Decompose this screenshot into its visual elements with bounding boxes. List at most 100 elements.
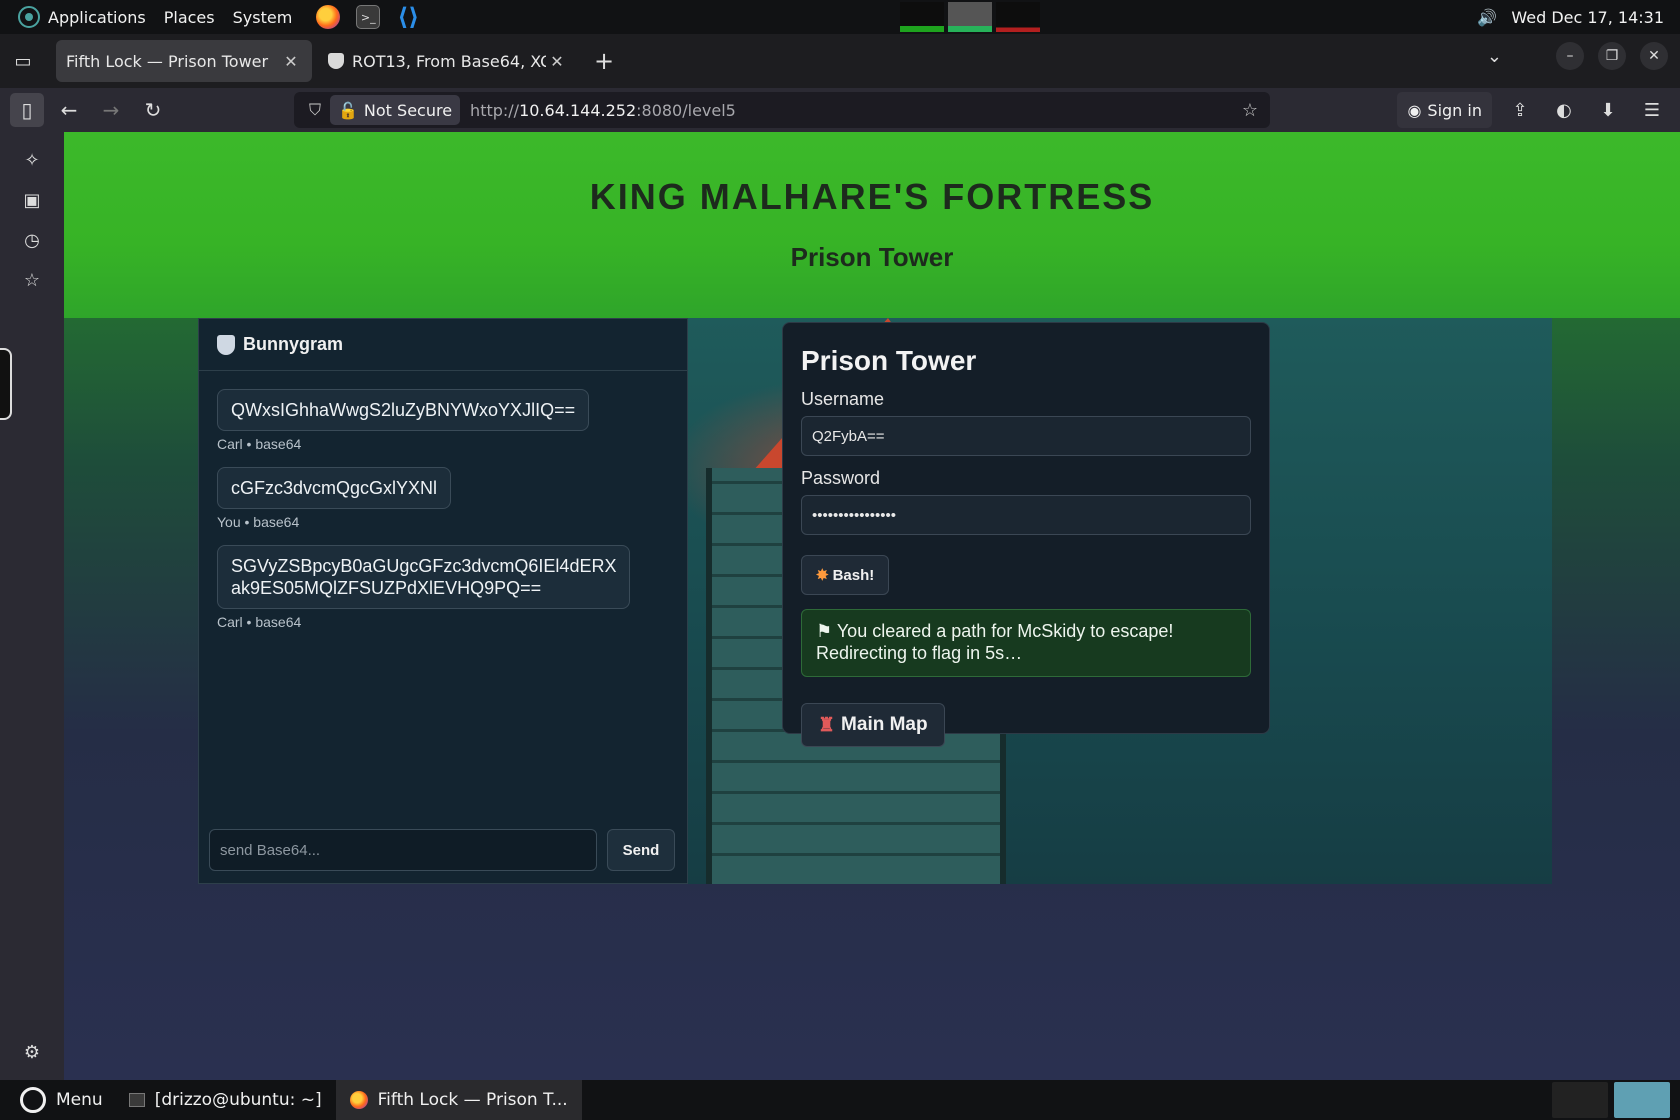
site-security-indicator[interactable]: 🔓 Not Secure	[330, 95, 461, 125]
message-meta: Carl • base64	[217, 614, 302, 630]
bookmark-star-icon[interactable]: ☆	[1242, 100, 1258, 121]
sidebar-toggle-icon[interactable]: ▯	[10, 93, 44, 127]
address-bar[interactable]: ⛉ 🔓 Not Secure http://10.64.144.252:8080…	[294, 92, 1270, 128]
status-text: You cleared a path for McSkidy to escape…	[816, 621, 1174, 663]
bottom-taskbar: Menu [drizzo@ubuntu: ~] Fifth Lock — Pri…	[0, 1080, 1680, 1120]
tab-fifth-lock[interactable]: Fifth Lock — Prison Tower ✕	[56, 40, 312, 82]
system-top-panel: Applications Places System >_ ⟨⟩ 🔊 Wed D…	[0, 0, 1680, 34]
sign-in-button[interactable]: ◉ Sign in	[1397, 92, 1492, 128]
main-map-label: Main Map	[841, 714, 928, 735]
applications-menu[interactable]: Applications	[48, 8, 146, 27]
send-button[interactable]: Send	[607, 829, 675, 871]
message-meta: You • base64	[217, 514, 300, 530]
ai-chatbot-sparkle-icon[interactable]: ✧	[20, 150, 44, 174]
taskbar-firefox[interactable]: Fifth Lock — Prison T...	[335, 1080, 582, 1120]
restore-button[interactable]: ❐	[1598, 42, 1626, 70]
taskbar-terminal[interactable]: [drizzo@ubuntu: ~]	[115, 1080, 336, 1120]
shield-icon	[217, 334, 235, 355]
tab-title: Fifth Lock — Prison Tower	[66, 51, 269, 71]
ubuntu-logo-icon	[20, 1087, 46, 1113]
start-menu-button[interactable]: Menu	[20, 1087, 103, 1113]
taskbar-firefox-label: Fifth Lock — Prison T...	[377, 1090, 568, 1110]
cpu-graph	[900, 2, 944, 32]
explosion-icon: ✸	[816, 567, 829, 584]
browser-sidebar: ✧ ▣ ◷ ☆ ⚙	[0, 132, 64, 1080]
bash-button[interactable]: ✸ Bash!	[801, 555, 890, 595]
synced-tabs-icon[interactable]: ▣	[20, 190, 44, 214]
main-map-button[interactable]: ♜ Main Map	[801, 703, 945, 747]
tab-cyberchef[interactable]: ROT13, From Base64, XO ✕	[318, 40, 578, 82]
lock-icon: 🔓	[338, 100, 358, 120]
downloads-icon[interactable]: ⬇	[1592, 94, 1624, 126]
page-header-banner	[64, 132, 1680, 318]
volume-icon[interactable]: 🔊	[1477, 8, 1497, 27]
url-text[interactable]: http://10.64.144.252:8080/level5	[470, 101, 736, 120]
login-title: Prison Tower	[801, 345, 977, 376]
tracking-protection-shield-icon[interactable]: ⛉	[300, 100, 330, 120]
system-monitor-graphs	[900, 2, 1040, 32]
firefox-tray-icon[interactable]	[1614, 1082, 1670, 1118]
close-tab-icon[interactable]: ✕	[280, 52, 302, 71]
places-menu[interactable]: Places	[164, 8, 215, 27]
password-label: Password	[801, 468, 881, 488]
username-field[interactable]: Q2FybA==	[801, 416, 1251, 456]
url-rest: :8080/level5	[636, 100, 736, 120]
firefox-icon	[349, 1091, 368, 1109]
account-icon: ◉	[1407, 100, 1422, 120]
castle-icon: ♜	[818, 714, 836, 736]
system-menu[interactable]: System	[233, 8, 293, 27]
new-tab-button[interactable]: +	[588, 45, 620, 77]
reload-button[interactable]: ↻	[136, 93, 170, 127]
bash-label: Bash!	[832, 566, 875, 584]
password-field[interactable]: ••••••••••••••••	[801, 495, 1251, 535]
app-menu-icon[interactable]: ☰	[1636, 94, 1668, 126]
page-viewport: KING MALHARE'S FORTRESS Prison Tower Bun…	[64, 132, 1680, 1080]
bookmarks-star-icon[interactable]: ☆	[20, 270, 44, 294]
close-window-button[interactable]: ✕	[1640, 42, 1668, 70]
network-graph	[996, 2, 1040, 32]
applications-logo-icon[interactable]	[18, 6, 40, 28]
sign-in-label: Sign in	[1427, 100, 1482, 120]
url-prefix: http://	[470, 100, 520, 120]
clock[interactable]: Wed Dec 17, 14:31	[1511, 8, 1664, 27]
firefox-launcher-icon[interactable]	[316, 5, 341, 29]
tab-title: ROT13, From Base64, XO	[352, 51, 546, 71]
not-secure-label: Not Secure	[363, 100, 453, 120]
clock-applet-icon[interactable]	[1552, 1082, 1608, 1118]
customize-sidebar-gear-icon[interactable]: ⚙	[20, 1042, 44, 1066]
prison-tower-login-card: Prison Tower Username Q2FybA== Password …	[782, 322, 1270, 747]
page-title: KING MALHARE'S FORTRESS	[589, 176, 1155, 217]
close-tab-icon[interactable]: ✕	[546, 52, 568, 71]
chat-message: QWxsIGhhaWwgS2luZyBNYWxoYXJlIQ== Carl • …	[217, 389, 590, 452]
history-clock-icon[interactable]: ◷	[20, 230, 44, 254]
tab-overview-icon[interactable]: ▭	[0, 34, 46, 88]
url-host: 10.64.144.252	[519, 100, 637, 120]
bunnygram-chat-panel: Bunnygram QWxsIGhhaWwgS2luZyBNYWxoYXJlIQ…	[198, 318, 688, 884]
forward-button[interactable]: →	[94, 93, 128, 127]
taskbar-terminal-label: [drizzo@ubuntu: ~]	[154, 1090, 322, 1110]
message-bubble: cGFzc3dvcmQgcGxlYXNl	[217, 467, 452, 509]
chat-header: Bunnygram	[199, 319, 687, 371]
terminal-launcher-icon[interactable]: >_	[356, 5, 381, 29]
system-tray	[1552, 1082, 1670, 1118]
vscode-launcher-icon[interactable]: ⟨⟩	[396, 3, 420, 31]
chat-message: SGVyZSBpcyB0aGUgcGFzc3dvcmQ6IEl4dERX ak9…	[217, 545, 631, 630]
terminal-icon	[128, 1093, 145, 1107]
sidebar-expand-handle[interactable]	[0, 348, 12, 420]
message-bubble: SGVyZSBpcyB0aGUgcGFzc3dvcmQ6IEl4dERX ak9…	[217, 545, 631, 609]
message-meta: Carl • base64	[217, 436, 302, 452]
chat-message: cGFzc3dvcmQgcGxlYXNl You • base64	[217, 467, 452, 530]
flag-icon: ⚑	[816, 621, 833, 641]
list-all-tabs-chevron-icon[interactable]: ⌄	[1487, 46, 1502, 67]
chat-message-input[interactable]	[209, 829, 597, 871]
browser-tab-bar: ▭ Fifth Lock — Prison Tower ✕ ROT13, Fro…	[0, 34, 1680, 88]
message-bubble: QWxsIGhhaWwgS2luZyBNYWxoYXJlIQ==	[217, 389, 590, 431]
minimize-button[interactable]: –	[1556, 42, 1584, 70]
success-status-message: ⚑ You cleared a path for McSkidy to esca…	[801, 609, 1251, 677]
extensions-icon[interactable]: ⇪	[1504, 94, 1536, 126]
page-subtitle: Prison Tower	[790, 242, 954, 272]
back-button[interactable]: ←	[52, 93, 86, 127]
firefox-account-icon[interactable]: ◐	[1548, 94, 1580, 126]
username-label: Username	[801, 389, 885, 409]
chat-compose: Send	[209, 829, 679, 873]
